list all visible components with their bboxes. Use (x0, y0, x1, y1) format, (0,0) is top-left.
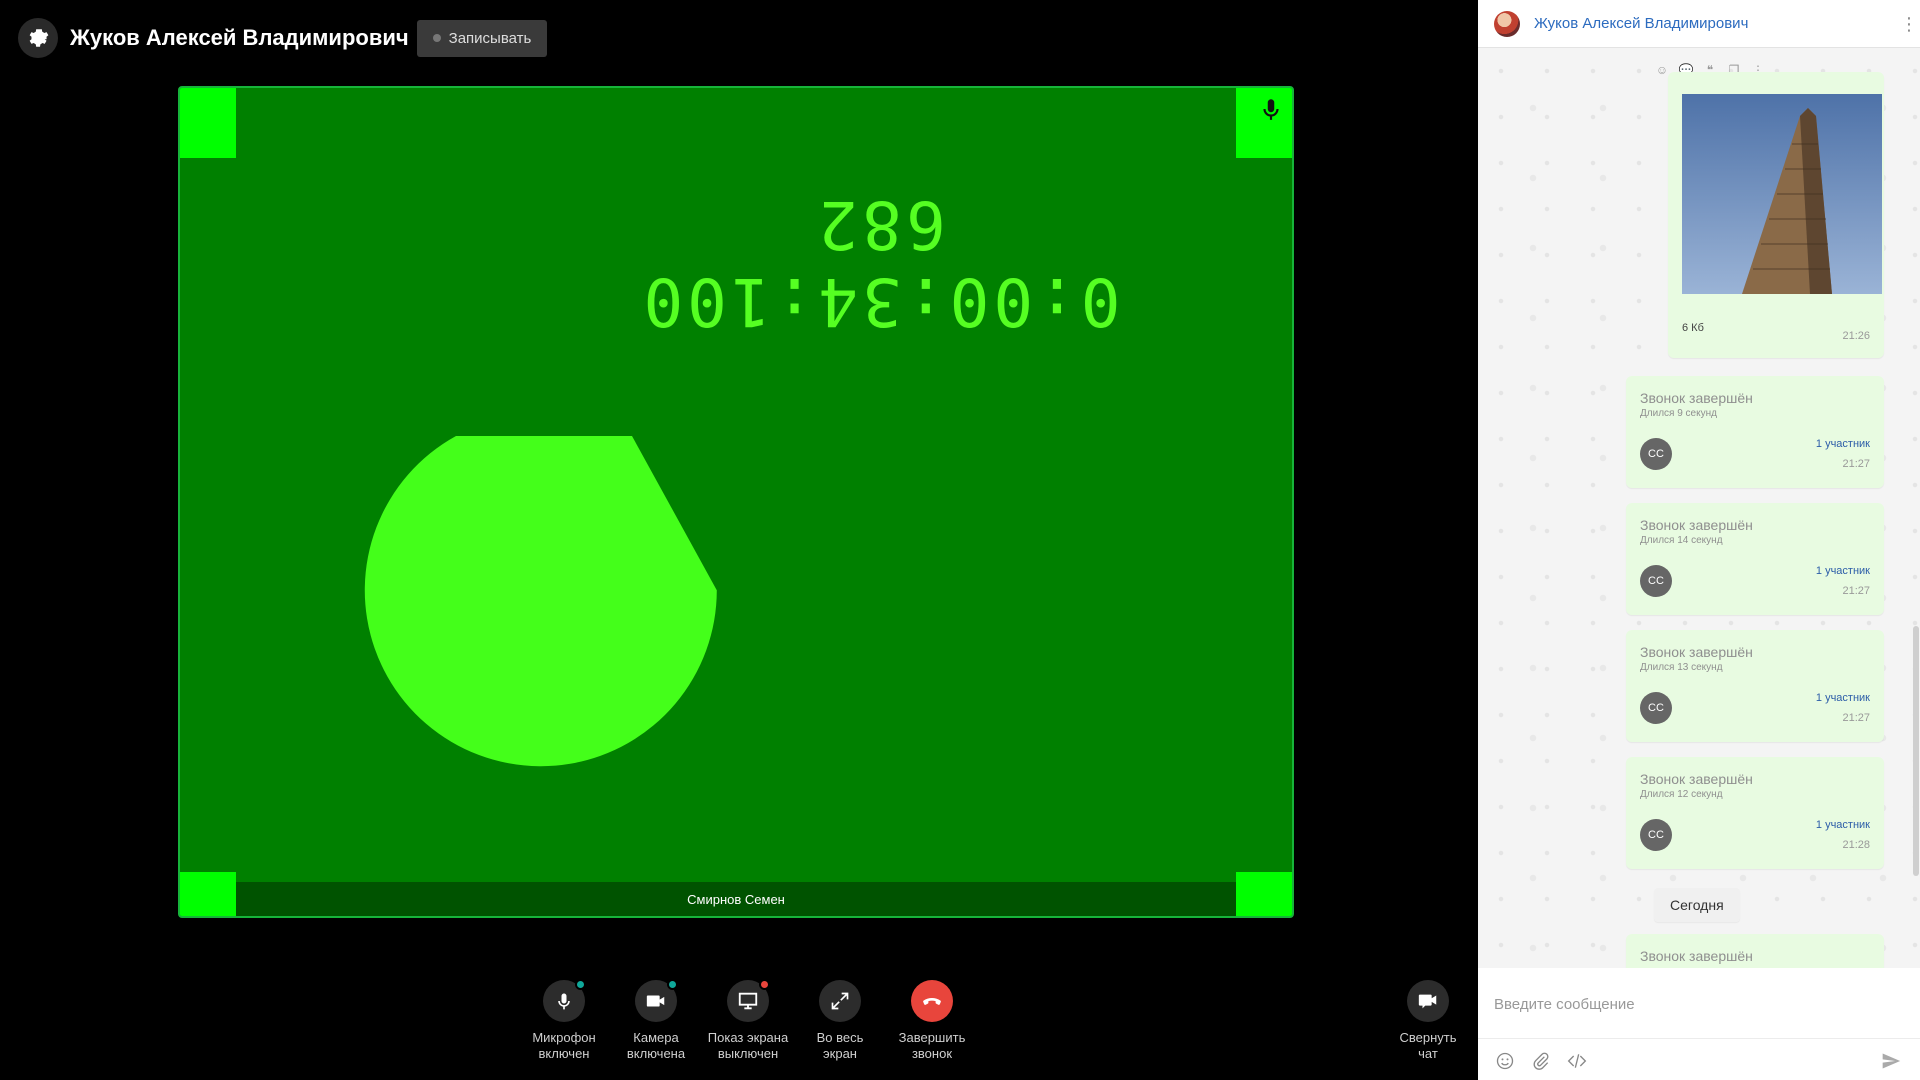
control-label: Свернуть чат (1399, 1030, 1457, 1061)
avatar[interactable]: СС (1640, 438, 1672, 470)
call-duration: Длился 12 секунд (1640, 789, 1723, 800)
chat-header: Жуков Алексей Владимирович ⋮ (1478, 0, 1920, 48)
microphone-icon (558, 993, 570, 1010)
avatar[interactable]: СС (1640, 692, 1672, 724)
status-badge (575, 979, 586, 990)
video-corner-marker (180, 88, 236, 158)
video-corner-marker (180, 872, 236, 916)
control-label: Завершить звонок (898, 1030, 966, 1061)
call-message-title: Звонок завершён (1640, 517, 1753, 533)
end-call[interactable]: Завершить звонок (886, 980, 978, 1062)
code-icon[interactable] (1566, 1050, 1588, 1072)
call-message-title: Звонок завершён (1640, 771, 1753, 787)
call-message-title: Звонок завершён (1640, 390, 1753, 406)
call-message-title: Звонок завершён (1640, 948, 1753, 964)
call-title: Жуков Алексей Владимирович (70, 25, 409, 50)
settings-button[interactable] (18, 18, 58, 58)
participant-name: Смирнов Семен (236, 882, 1236, 916)
avatar[interactable] (1494, 10, 1520, 37)
message-time: 21:27 (1842, 585, 1870, 597)
message-time: 21:27 (1842, 712, 1870, 724)
divider (1478, 1038, 1920, 1039)
attach-icon[interactable] (1530, 1050, 1552, 1072)
more-vertical-icon[interactable]: ⋮ (1900, 14, 1918, 34)
video-timestamp: 0:00:34:100 682 (639, 186, 1121, 340)
call-header: Жуков Алексей Владимирович Записывать (18, 18, 548, 58)
message-time: 21:27 (1842, 458, 1870, 470)
camera-button[interactable] (635, 979, 678, 1022)
building-photo (1682, 94, 1882, 294)
record-button[interactable]: Записывать (416, 19, 548, 57)
call-message[interactable]: Звонок завершён Длился 13 секунд СС 1 уч… (1626, 630, 1884, 742)
call-duration: Длился 13 секунд (1640, 662, 1723, 673)
video-corner-marker (1236, 872, 1292, 916)
participants-link[interactable]: 1 участник (1816, 565, 1870, 577)
message-input[interactable] (1494, 996, 1894, 1013)
microphone-icon (1263, 99, 1279, 120)
call-message[interactable]: Звонок завершён Длился 14 секунд СС 1 уч… (1626, 503, 1884, 615)
chat-title[interactable]: Жуков Алексей Владимирович (1534, 15, 1748, 32)
control-label: Показ экрана выключен (707, 1030, 789, 1061)
avatar[interactable]: СС (1640, 565, 1672, 597)
fullscreen-button[interactable] (819, 980, 861, 1022)
record-label: Записывать (448, 29, 532, 47)
fullscreen-icon (831, 992, 849, 1010)
image-message[interactable]: 6 Кб 21:26 (1668, 72, 1884, 358)
emoji-icon[interactable] (1494, 1050, 1516, 1072)
participants-link[interactable]: 1 участник (1816, 692, 1870, 704)
file-size: 6 Кб (1682, 322, 1704, 334)
status-badge (667, 979, 678, 990)
call-duration: Длился 9 секунд (1640, 408, 1717, 419)
message-time: 21:28 (1842, 839, 1870, 851)
participant-video[interactable]: 0:00:34:100 682 Смирнов Семен (178, 86, 1294, 918)
call-duration: Длился 14 секунд (1640, 535, 1723, 546)
image-attachment[interactable] (1682, 94, 1882, 294)
hang-up-icon (923, 998, 941, 1005)
camera-toggle[interactable]: Камера включена (610, 979, 702, 1062)
screen-share-icon (738, 992, 758, 1010)
microphone-toggle[interactable]: Микрофон включен (518, 979, 610, 1062)
pie-slice (364, 436, 717, 767)
collapse-chat-button[interactable] (1407, 980, 1449, 1022)
message-time: 21:26 (1842, 330, 1870, 342)
call-area: Жуков Алексей Владимирович Записывать 0:… (0, 0, 1478, 1080)
screen-share-button[interactable] (727, 979, 770, 1022)
status-badge (759, 979, 770, 990)
hang-up-button[interactable] (911, 980, 953, 1022)
participants-link[interactable]: 1 участник (1816, 438, 1870, 450)
screen-share-toggle[interactable]: Показ экрана выключен (702, 979, 794, 1062)
call-controls: Микрофон включен Камера включена Показ э… (518, 979, 978, 1062)
send-icon[interactable] (1880, 1050, 1902, 1072)
microphone-button[interactable] (543, 979, 586, 1022)
scrollbar[interactable] (1913, 626, 1919, 876)
record-dot-icon (432, 34, 441, 42)
chat-panel: Жуков Алексей Владимирович ⋮ ☺ 💬 ❝ ❐ ⋮ 6… (1478, 0, 1920, 1080)
date-divider: Сегодня (1654, 888, 1740, 922)
participants-link[interactable]: 1 участник (1816, 819, 1870, 831)
call-message[interactable]: Звонок завершён Длился 12 секунд СС 1 уч… (1626, 757, 1884, 869)
call-message[interactable]: Звонок завершён Длился 9 секунд СС 1 уча… (1626, 376, 1884, 488)
gear-icon (29, 29, 49, 47)
call-message-title: Звонок завершён (1640, 644, 1753, 660)
video-chat-icon (1418, 994, 1437, 1009)
avatar[interactable]: СС (1640, 819, 1672, 851)
control-label: Микрофон включен (532, 1030, 596, 1061)
fullscreen-toggle[interactable]: Во весь экран (794, 980, 886, 1062)
control-label: Во весь экран (816, 1030, 864, 1061)
message-composer (1478, 968, 1920, 1080)
message-list[interactable]: ☺ 💬 ❝ ❐ ⋮ 6 Кб 21:26 Звонок завершён Дли… (1478, 48, 1920, 968)
collapse-chat-toggle[interactable]: Свернуть чат (1382, 980, 1474, 1062)
video-timestamp-wrap: 0:00:34:100 682 (580, 138, 1180, 340)
control-label: Камера включена (626, 1030, 686, 1061)
camera-icon (646, 995, 665, 1007)
call-message[interactable]: Звонок завершён (1626, 934, 1884, 968)
